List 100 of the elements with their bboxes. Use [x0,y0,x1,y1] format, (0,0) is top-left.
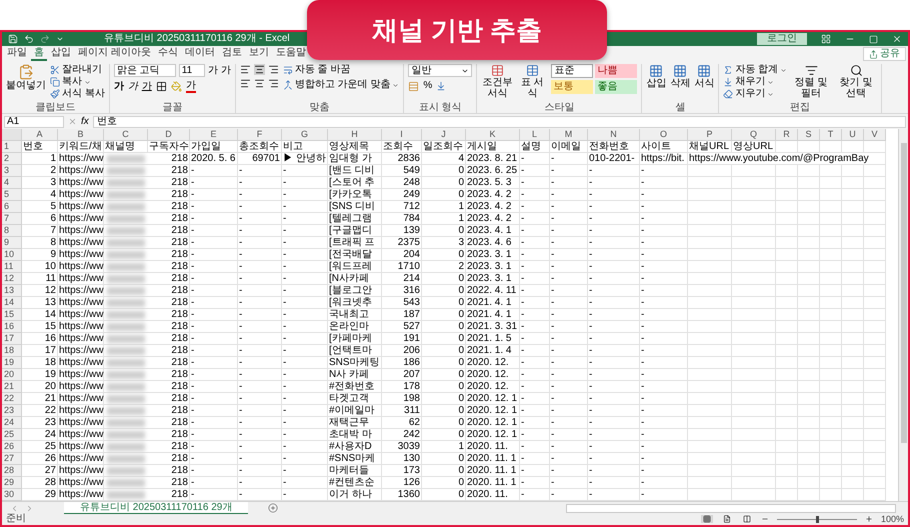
merge-center-button[interactable]: 병합하고 가운데 맞춤 [282,79,400,91]
column-header[interactable]: L [532,129,537,139]
column-header[interactable]: J [441,129,446,139]
font-name-field[interactable]: 맑은 고딕 [114,64,176,77]
conditional-format-button[interactable]: 조건부 서식 [481,64,514,99]
bold-button[interactable]: 가 [114,80,124,92]
column-header[interactable]: M [564,129,572,139]
number-format-field[interactable]: 일반 [408,64,472,77]
column-header[interactable]: A [36,129,42,139]
table-cell: 8 [50,237,56,248]
table-cell: 설명 [521,141,541,152]
insert-cells-button[interactable]: 삽입 [646,64,666,89]
table-cell: 0 [458,177,464,188]
table-cell: 0 [458,273,464,284]
column-header[interactable]: H [351,129,358,139]
table-cell: 0 [458,369,464,380]
name-box[interactable]: A1 [4,116,64,128]
group-label: 셀 [675,102,686,113]
clear-button[interactable]: 지우기 [723,88,788,100]
column-header[interactable]: E [210,129,216,139]
sheet-tab[interactable]: 유튜브디비 20250311170116 29개 [64,502,248,514]
format-as-table-button[interactable]: 표 서식 [517,64,548,99]
font-size-field[interactable]: 11 [178,64,205,77]
cell-style-button[interactable]: 나쁨 [595,64,638,78]
vertical-scrollbar[interactable] [898,129,908,501]
column-header[interactable]: U [849,129,856,139]
table-cell: 2023. 5. 3 [467,177,512,188]
column-header[interactable]: C [122,129,129,139]
column-header[interactable]: F [256,129,262,139]
table-cell: 2020. 11. 1 [467,453,516,464]
table-cell: 1 [458,201,464,212]
zoom-thumb[interactable] [816,516,819,522]
blurred-text [107,467,145,475]
column-header[interactable]: R [783,129,790,139]
view-button[interactable] [700,515,713,523]
view-button[interactable] [740,515,753,523]
table-cell: 3039 [398,441,420,452]
sort-filter-button[interactable]: 정렬 및 필터 [791,64,832,99]
shrink-font-button[interactable]: 가 [220,64,231,76]
table-cell: 19 [44,369,56,380]
table-cell: 2020. 5. 6 [191,153,236,164]
table-cell: 010-2201- [589,153,635,164]
cell-style-button[interactable]: 보통 [551,80,594,94]
wrap-text-button[interactable]: 자동 줄 바꿈 [282,64,400,76]
find-select-button[interactable]: 찾기 및 선택 [835,64,878,99]
column-header[interactable]: P [706,129,712,139]
table-cell: 218 [171,177,188,188]
share-button[interactable]: 공유 [863,47,906,61]
italic-button[interactable]: 가 [128,80,138,92]
column-header[interactable]: I [400,129,403,139]
column-header[interactable]: K [489,129,496,139]
ribbon-display-icon [821,34,831,44]
table-cell: 27 [44,465,56,476]
ribbon-tab[interactable]: 보기 [246,47,272,61]
paste-button[interactable]: 붙여넣기 [6,64,46,91]
ribbon-tab[interactable]: 삽입 [48,47,74,61]
table-cell: 2020. 12. [467,369,509,380]
column-header[interactable]: T [828,129,834,139]
ribbon-tab[interactable]: 수식 [154,47,181,61]
blurred-text [107,335,145,343]
column-header[interactable]: B [77,129,84,139]
ribbon-tab[interactable]: 검토 [218,47,245,61]
column-header[interactable]: N [610,129,617,139]
column-header[interactable]: O [660,129,667,139]
column-header[interactable]: V [871,129,878,139]
underline-button[interactable]: 가 [142,80,152,92]
ribbon-tab[interactable]: 데이터 [182,47,218,61]
format-painter-button[interactable]: 서식 복사 [50,88,105,100]
blurred-text [107,347,145,355]
column-header[interactable]: G [300,129,308,139]
column-header[interactable]: S [805,129,812,139]
percent-button[interactable]: % [423,80,432,92]
ribbon-tab[interactable]: 도움말 [272,47,309,61]
autosum-button[interactable]: 자동 합계 [723,64,788,76]
ribbon-tab[interactable]: 페이지 레이아웃 [75,47,154,61]
cut-button[interactable]: 잘라내기 [50,64,105,76]
table-cell: N사 카페 [329,369,369,380]
column-header[interactable]: D [165,129,172,139]
format-cells-button[interactable]: 서식 [694,64,714,89]
cell-style-button[interactable]: 표준 [551,64,594,78]
column-header[interactable]: Q [750,129,757,139]
cell-style-button[interactable]: 좋음 [595,80,638,94]
table-cell: https://ww [59,285,104,296]
ribbon-tab[interactable]: 파일 [4,47,30,61]
fill-button[interactable]: 채우기 [723,76,788,88]
horizontal-scrollbar[interactable] [566,504,896,512]
blurred-text [107,179,145,187]
copy-button[interactable]: 복사 [50,76,105,88]
table-cell: 218 [171,237,188,248]
grow-font-button[interactable]: 가 [208,64,218,76]
function-label[interactable]: fx [81,116,89,128]
table-cell: 2021. 4. 1 [467,297,512,308]
formula-field[interactable]: 번호 [92,116,906,128]
delete-cells-button[interactable]: 삭제 [670,64,690,89]
table-cell: 총조회수 [239,141,279,152]
table-cell: 712 [403,201,420,212]
login-button[interactable]: 로그인 [757,33,807,45]
blurred-text [107,287,145,295]
zoom-slider[interactable] [776,516,857,522]
font-color-button[interactable]: 가 [186,80,196,93]
